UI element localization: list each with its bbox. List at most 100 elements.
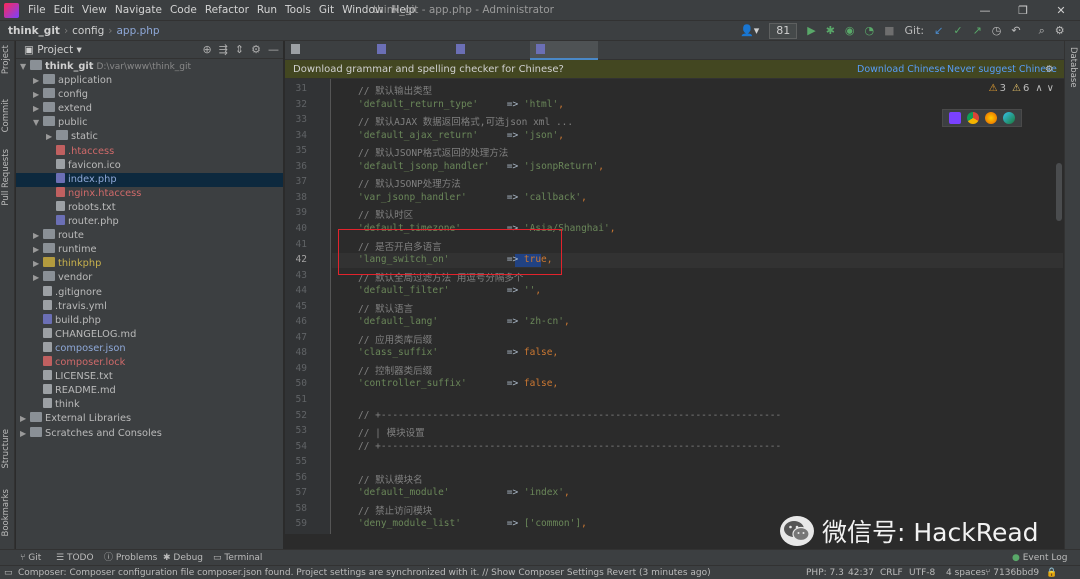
file-encoding[interactable]: UTF-8 [909,566,935,579]
git-update-icon[interactable]: ↙ [934,21,943,41]
chevron-right-icon[interactable]: ▶ [46,130,56,144]
download-chinese-link[interactable]: Download Chinese [857,60,945,79]
minimize-button[interactable]: — [966,0,1004,21]
tree-item[interactable]: robots.txt [46,200,116,215]
code-line[interactable]: 'default_ajax_return' => 'json', [358,130,564,141]
terminal-tool-button[interactable]: ▭ Terminal [213,550,262,566]
git-commit-icon[interactable]: ✓ [953,21,962,41]
coverage-icon[interactable]: ◉ [845,21,855,41]
tree-item[interactable]: ▶ Scratches and Consoles [20,426,162,441]
rollback-icon[interactable]: ↶ [1011,21,1020,41]
chevron-right-icon[interactable]: ▶ [33,243,43,257]
firefox-icon[interactable] [985,112,997,124]
caret-position[interactable]: 42:37 [848,566,874,579]
debug-tool-button[interactable]: ✱ Debug [163,550,203,566]
hide-icon[interactable]: — [268,41,279,59]
code-line[interactable]: // 禁止访问模块 [358,503,432,517]
tool-window-structure[interactable]: Structure [1,429,11,469]
code-line[interactable]: 'default_return_type' => 'html', [358,99,564,110]
git-push-icon[interactable]: ↗ [973,21,982,41]
chevron-right-icon[interactable]: ▶ [20,412,30,426]
tab-router-php[interactable]: router.php✕ [371,41,450,75]
tree-item[interactable]: build.php [33,313,101,328]
tool-window-commit[interactable]: Commit [1,99,11,132]
tree-item[interactable]: .htaccess [46,144,114,159]
tab-index-php[interactable]: index.php✕ [450,41,530,75]
git-tool-button[interactable]: ⑂ Git [20,550,41,566]
menu-item-refactor[interactable]: Refactor [201,0,253,21]
git-branch-widget[interactable]: ⑂ 7136bbd9 [985,566,1039,579]
menu-item-git[interactable]: Git [315,0,338,21]
history-icon[interactable]: ◷ [992,21,1002,41]
code-line[interactable]: 'default_filter' => '', [358,285,541,296]
tree-item[interactable]: favicon.ico [46,158,121,173]
never-suggest-link[interactable]: Never suggest Chinese [947,60,1057,79]
tree-item[interactable]: composer.lock [33,356,125,370]
code-line[interactable]: 'class_suffix' => false, [358,347,558,358]
code-line[interactable]: 'default_module' => 'index', [358,487,570,498]
tree-item[interactable]: ▶ config [33,88,88,102]
code-editor[interactable]: 31 32 33 34 35 36 37 38 39 40 41 42 43 44 45 46 47 48 49 50… [285,79,1064,534]
restore-button[interactable]: ❐ [1004,0,1042,21]
menu-item-view[interactable]: View [78,0,111,21]
code-line[interactable]: // 控制器类后缀 [358,363,432,377]
code-line[interactable]: 'deny_module_list' => ['common'], [358,518,587,529]
debug-icon[interactable]: ✱ [826,21,835,41]
code-line[interactable]: // 应用类库后缀 [358,332,432,346]
chevron-up-icon[interactable]: ∧ [1035,82,1042,96]
tab-app-php[interactable]: app.php✕ [530,41,598,75]
tree-item[interactable]: README.md [33,384,116,398]
chevron-right-icon[interactable]: ▶ [33,102,43,116]
tree-item[interactable]: ▶ static [46,130,98,144]
tree-root[interactable]: ▼ think_git D:\var\www\think_git [20,60,191,74]
status-message[interactable]: Composer: Composer configuration file co… [18,566,711,579]
tree-item[interactable]: ▶ application [33,74,112,88]
tree-item[interactable]: index.php [16,172,283,187]
menu-item-edit[interactable]: Edit [50,0,78,21]
settings-icon[interactable]: ⚙ [1055,21,1065,41]
tree-item[interactable]: ▼ public [33,116,87,130]
run-config-select[interactable]: 81 [769,23,798,39]
code-line[interactable]: // +------------------------------------… [358,441,781,452]
tree-item[interactable]: CHANGELOG.md [33,327,136,342]
tree-item[interactable]: ▶ extend [33,102,92,116]
breadcrumb-file[interactable]: app.php [116,21,159,41]
menu-item-tools[interactable]: Tools [281,0,315,21]
code-line[interactable]: // +------------------------------------… [358,410,781,421]
code-line[interactable]: // | 模块设置 [358,425,425,439]
tree-item[interactable]: ▶ thinkphp [33,257,101,271]
gear-icon[interactable]: ⚙ [251,41,261,59]
code-line[interactable]: // 默认JSONP处理方法 [358,176,461,190]
chrome-icon[interactable] [967,112,979,124]
profile-icon[interactable]: ◔ [865,21,875,41]
phpstorm-browser-icon[interactable] [949,112,961,124]
collapse-all-icon[interactable]: ⇶ [219,41,228,59]
search-icon[interactable]: ⌕ [1039,21,1045,41]
menu-item-navigate[interactable]: Navigate [111,0,166,21]
vertical-scrollbar[interactable] [1056,163,1062,221]
chevron-down-icon[interactable]: ▼ [33,116,43,130]
chevron-right-icon[interactable]: ▶ [33,74,43,88]
chevron-right-icon[interactable]: ▶ [33,229,43,243]
chevron-right-icon[interactable]: ▶ [33,257,43,271]
line-separator[interactable]: CRLF [880,566,903,579]
tree-item[interactable]: .gitignore [33,285,102,300]
tree-item[interactable]: nginx.htaccess [46,186,141,201]
stop-icon[interactable]: ■ [884,21,894,41]
tree-item[interactable]: think [33,398,80,412]
tree-item[interactable]: ▶ runtime [33,243,97,257]
code-line[interactable]: // 默认AJAX 数据返回格式,可选json xml ... [358,114,573,128]
chevron-right-icon[interactable]: ▶ [33,271,43,285]
run-icon[interactable]: ▶ [807,21,815,41]
expand-all-icon[interactable]: ⇕ [235,41,244,59]
user-icon[interactable]: 👤▾ [740,21,759,41]
tree-item[interactable]: .travis.yml [33,299,107,314]
edge-icon[interactable] [1003,112,1015,124]
tab-readme-md[interactable]: README.md✕ [285,41,371,75]
tree-item[interactable]: ▶ External Libraries [20,412,131,426]
tool-window-database[interactable]: Database [1068,47,1078,88]
code-line[interactable]: 'default_lang' => 'zh-cn', [358,316,570,327]
problems-tool-button[interactable]: ⓘ Problems [104,550,157,566]
notification-settings-icon[interactable]: ⚙ [1045,60,1054,79]
tree-item[interactable]: router.php [46,215,119,229]
